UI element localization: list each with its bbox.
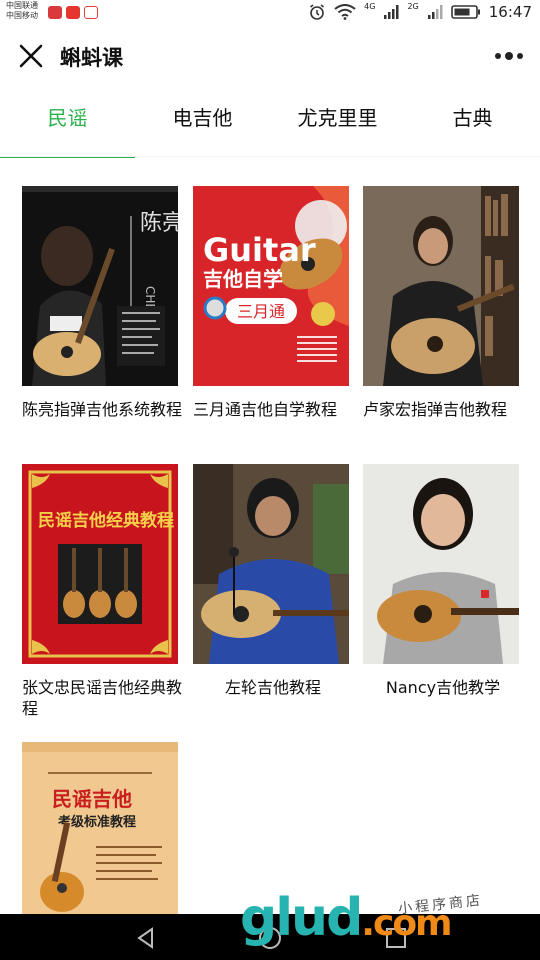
course-card[interactable]: 民谣吉他 考级标准教程 xyxy=(22,742,182,914)
close-icon xyxy=(19,44,43,68)
course-thumbnail[interactable] xyxy=(363,464,519,664)
app-notification-icon xyxy=(84,6,98,19)
status-right: 4G 2G 16:47 xyxy=(308,1,532,21)
more-dot-icon xyxy=(495,53,501,59)
course-cover-image: 民谣吉他 考级标准教程 xyxy=(22,742,178,914)
course-card[interactable]: 卢家宏指弹吉他教程 xyxy=(363,186,523,420)
course-cover-image: Guitar 吉他自学 三月通 xyxy=(193,186,349,386)
app-notification-icon xyxy=(48,6,62,19)
cover-sub: 吉他自学 xyxy=(203,267,283,291)
course-title[interactable]: Nancy吉他教学 xyxy=(363,677,523,698)
category-tabs: 民谣 电吉他 尤克里里 古典 xyxy=(0,96,540,158)
status-bar: 中国联通 中国移动 4G 2G 16:47 xyxy=(0,0,540,28)
course-cover-image: 陈亮 CHEN LIANG xyxy=(22,186,178,386)
course-card[interactable]: 左轮吉他教程 xyxy=(193,464,353,698)
tab-classical[interactable]: 古典 xyxy=(405,96,540,156)
tab-electric-guitar[interactable]: 电吉他 xyxy=(135,96,270,156)
cover-title: Guitar xyxy=(203,231,316,269)
more-dot-icon xyxy=(505,52,513,60)
cover-name: 陈亮 xyxy=(140,211,178,236)
course-title[interactable]: 张文忠民谣吉他经典教程 xyxy=(22,677,182,719)
course-card[interactable]: Guitar 吉他自学 三月通 三月通吉他自学教程 xyxy=(193,186,353,420)
more-button[interactable] xyxy=(492,42,526,70)
course-card[interactable]: Nancy吉他教学 xyxy=(363,464,523,698)
watermark-main: glud xyxy=(240,888,363,948)
more-dot-icon xyxy=(517,53,523,59)
notification-icons xyxy=(48,6,98,19)
course-cover-image: 民谣吉他经典教程 xyxy=(22,464,178,664)
course-title[interactable]: 左轮吉他教程 xyxy=(193,677,353,698)
carrier-info: 中国联通 中国移动 xyxy=(6,1,38,21)
close-button[interactable] xyxy=(16,41,46,71)
tab-ukulele[interactable]: 尤克里里 xyxy=(270,96,405,156)
cover-title: 民谣吉他 xyxy=(52,787,132,811)
tab-divider xyxy=(0,156,540,157)
course-cover-image xyxy=(363,464,519,664)
net-type-1: 4G xyxy=(364,1,376,11)
title-bar: 蝌蚪课 xyxy=(0,28,540,86)
course-title[interactable]: 三月通吉他自学教程 xyxy=(193,399,353,420)
course-thumbnail[interactable]: 民谣吉他 考级标准教程 xyxy=(22,742,178,914)
course-thumbnail[interactable]: 民谣吉他经典教程 xyxy=(22,464,178,664)
back-icon[interactable] xyxy=(134,926,158,950)
course-thumbnail[interactable] xyxy=(363,186,519,386)
page-title: 蝌蚪课 xyxy=(60,46,123,70)
signal-icon xyxy=(384,5,399,19)
course-title[interactable]: 陈亮指弹吉他系统教程 xyxy=(22,399,182,420)
course-thumbnail[interactable]: 陈亮 CHEN LIANG xyxy=(22,186,178,386)
cover-sub: 考级标准教程 xyxy=(58,814,136,830)
course-card[interactable]: 民谣吉他经典教程 张文忠民谣吉他经典教程 xyxy=(22,464,182,719)
battery-icon xyxy=(450,5,480,19)
wifi-icon xyxy=(334,4,356,20)
alarm-icon xyxy=(310,4,325,20)
carrier-1: 中国联通 xyxy=(6,1,38,10)
tab-folk[interactable]: 民谣 xyxy=(0,96,135,158)
cover-title: 民谣吉他经典教程 xyxy=(38,510,174,531)
app-notification-icon xyxy=(66,6,80,19)
course-thumbnail[interactable] xyxy=(193,464,349,664)
clock: 16:47 xyxy=(488,3,532,21)
cover-sub2: 三月通 xyxy=(237,302,285,321)
course-card[interactable]: 陈亮 CHEN LIANG 陈亮指弹吉他系统教程 xyxy=(22,186,182,420)
course-cover-image xyxy=(363,186,519,386)
course-cover-image xyxy=(193,464,349,664)
course-thumbnail[interactable]: Guitar 吉他自学 三月通 xyxy=(193,186,349,386)
signal-icon xyxy=(427,5,443,19)
net-type-2: 2G xyxy=(407,1,419,11)
carrier-2: 中国移动 xyxy=(6,11,38,20)
course-title[interactable]: 卢家宏指弹吉他教程 xyxy=(363,399,523,420)
